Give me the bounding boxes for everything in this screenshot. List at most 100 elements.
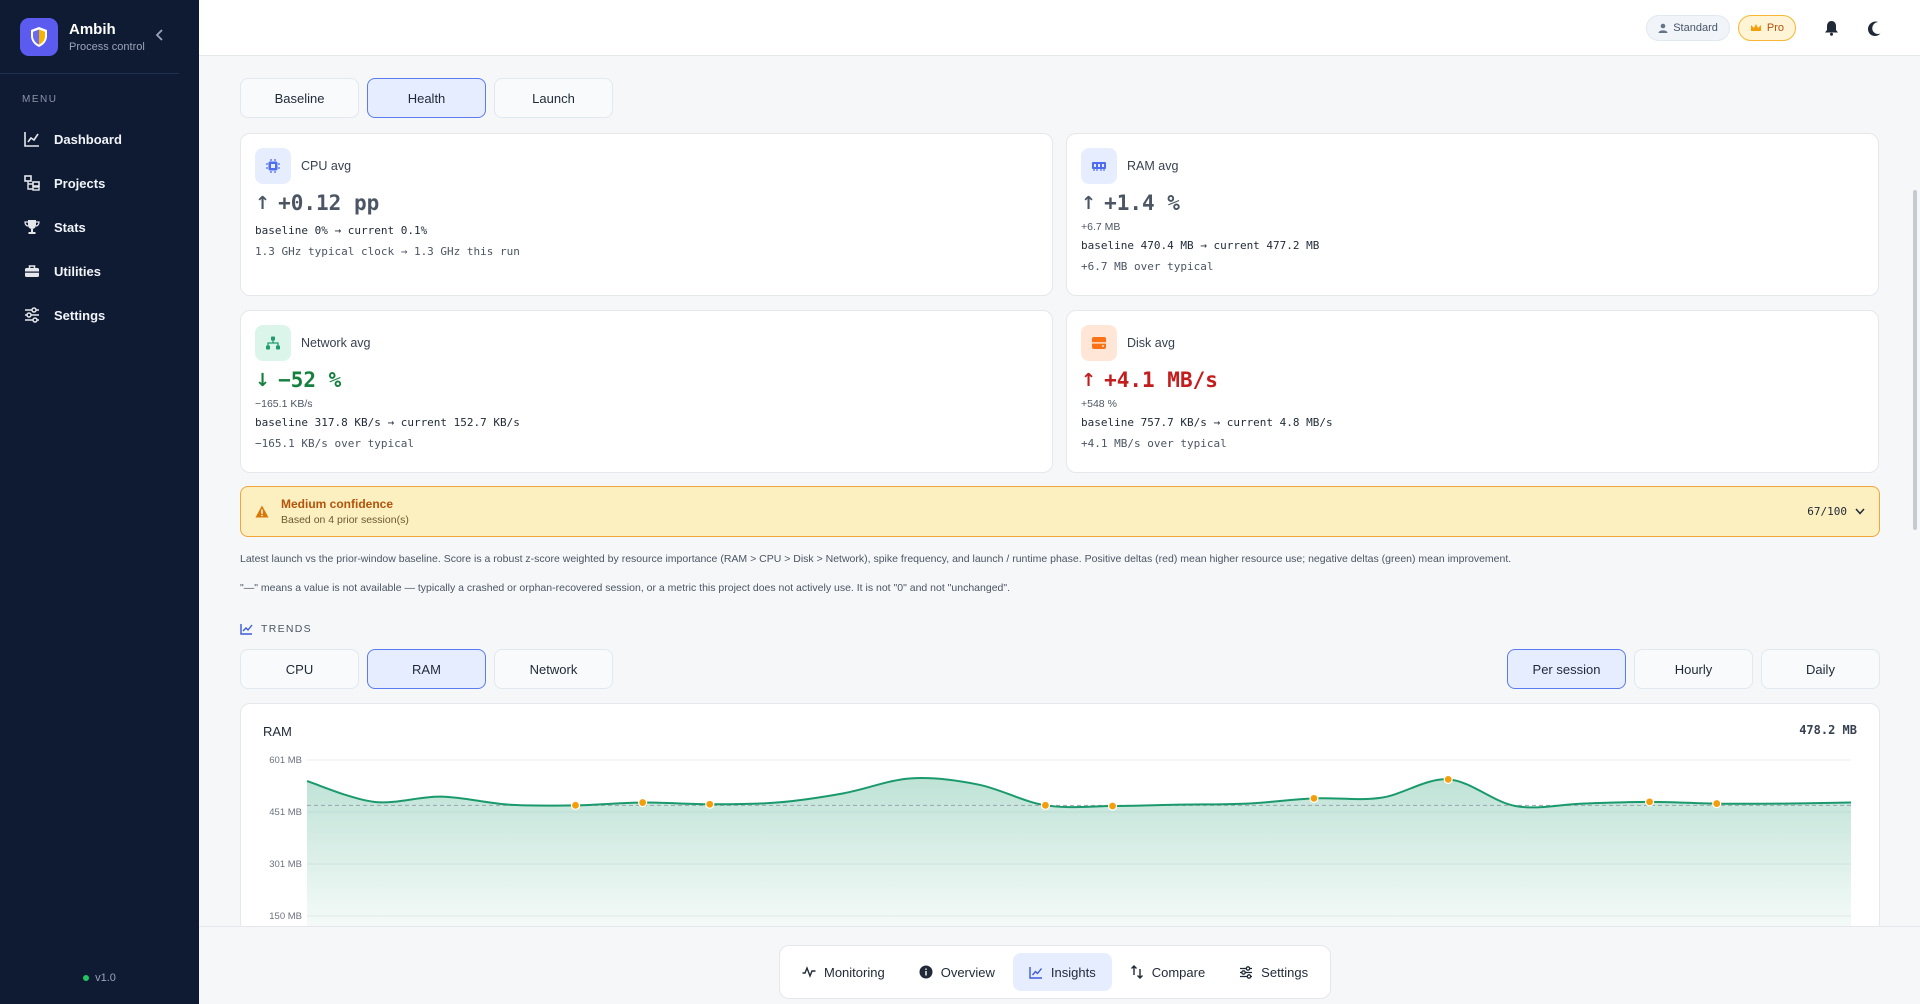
ram-delta-abs: +6.7 MB: [1081, 221, 1121, 233]
cpu-card: CPU avg ↑ +0.12 pp baseline 0% → current …: [240, 133, 1053, 296]
flagged-point: [1309, 793, 1319, 803]
version-text: v1.0: [95, 972, 116, 984]
tab-per-session[interactable]: Per session: [1507, 649, 1626, 689]
y-tick-label: 150 MB: [269, 911, 302, 922]
app-subtitle: Process control: [69, 40, 145, 53]
disk-delta-pct: +548 %: [1081, 398, 1117, 410]
tab-hourly[interactable]: Hourly: [1634, 649, 1753, 689]
sidebar-item-utilities[interactable]: Utilities: [0, 249, 199, 293]
tab-network[interactable]: Network: [494, 649, 613, 689]
network-baseline-line: baseline 317.8 KB/s → current 152.7 KB/s: [255, 416, 520, 429]
collapse-sidebar-button[interactable]: [155, 28, 165, 46]
pro-badge[interactable]: Pro: [1737, 15, 1796, 41]
cpu-delta: +0.12 pp: [278, 191, 380, 215]
chevron-left-icon: [155, 28, 163, 41]
confidence-score[interactable]: 67/100: [1807, 505, 1865, 518]
trends-label: TRENDS: [261, 623, 312, 635]
range-tabs: Per session Hourly Daily: [1507, 649, 1880, 689]
network-card-title: Network avg: [301, 336, 371, 350]
sidebar-item-label: Projects: [54, 175, 106, 191]
tab-daily[interactable]: Daily: [1761, 649, 1880, 689]
disk-typical-line: +4.1 MB/s over typical: [1081, 437, 1227, 450]
network-delta-abs: −165.1 KB/s: [255, 398, 313, 410]
compare-arrows-icon: [1130, 965, 1143, 979]
cpu-card-title: CPU avg: [301, 159, 352, 173]
ram-delta: +1.4 %: [1104, 191, 1180, 215]
bottom-nav-settings[interactable]: Settings: [1223, 953, 1324, 991]
network-icon: [255, 325, 291, 361]
ram-card: RAM avg ↑ +1.4 % +6.7 MB baseline 470.4 M…: [1066, 133, 1879, 296]
disk-delta: +4.1 MB/s: [1104, 368, 1218, 392]
bottom-nav-label: Insights: [1050, 964, 1096, 980]
flagged-point: [638, 797, 648, 808]
sidebar-item-projects[interactable]: Projects: [0, 161, 199, 205]
bottom-nav-compare[interactable]: Compare: [1114, 953, 1221, 991]
bottom-nav-monitoring[interactable]: Monitoring: [786, 953, 901, 991]
cpu-baseline-line: baseline 0% → current 0.1%: [255, 224, 428, 237]
sidebar-item-label: Settings: [54, 307, 106, 323]
folder-tree-icon: [24, 175, 40, 191]
topbar: Standard Pro: [199, 0, 1920, 56]
brand: Ambih Process control: [0, 0, 179, 74]
sidebar: Ambih Process control MENU Dashboard Pro…: [0, 0, 199, 1004]
bottom-nav-overview[interactable]: Overview: [903, 953, 1011, 991]
area-fill: [307, 778, 1851, 932]
trends-heading: TRENDS: [240, 623, 1880, 635]
bottom-nav-label: Compare: [1151, 964, 1206, 980]
pro-label: Pro: [1766, 22, 1784, 34]
standard-label: Standard: [1673, 22, 1718, 34]
theme-toggle-button[interactable]: [1860, 13, 1890, 43]
confidence-subtitle: Based on 4 prior session(s): [281, 514, 409, 526]
unavailable-note: "—" means a value is not available — typ…: [240, 582, 1011, 594]
tab-launch[interactable]: Launch: [494, 78, 613, 118]
main-content: Baseline Health Launch CPU avg ↑ +0.12 pp…: [240, 56, 1880, 933]
memory-icon: [1081, 148, 1117, 184]
confidence-score-value: 67/100: [1807, 505, 1847, 518]
y-tick-label: 451 MB: [269, 807, 302, 818]
sidebar-item-dashboard[interactable]: Dashboard: [0, 117, 199, 161]
disk-baseline-line: baseline 757.7 KB/s → current 4.8 MB/s: [1081, 416, 1333, 429]
bell-icon: [1824, 21, 1838, 36]
app-name: Ambih: [69, 20, 116, 38]
sidebar-item-stats[interactable]: Stats: [0, 205, 199, 249]
notifications-button[interactable]: [1816, 13, 1846, 43]
confidence-banner[interactable]: Medium confidence Based on 4 prior sessi…: [240, 486, 1880, 537]
standard-badge[interactable]: Standard: [1646, 15, 1730, 41]
sidebar-item-label: Stats: [54, 219, 86, 235]
bottom-nav: Monitoring Overview Insights Compare Set…: [779, 945, 1332, 999]
ram-baseline-line: baseline 470.4 MB → current 477.2 MB: [1081, 239, 1320, 252]
arrow-up-icon: ↑: [1081, 192, 1097, 214]
pulse-icon: [802, 966, 816, 978]
flagged-point: [1107, 801, 1118, 811]
sidebar-item-label: Utilities: [54, 263, 101, 279]
chart-plot: 601 MB 451 MB 301 MB 150 MB: [269, 755, 1852, 932]
y-tick-label: 601 MB: [269, 755, 302, 766]
tab-cpu[interactable]: CPU: [240, 649, 359, 689]
disk-card-title: Disk avg: [1127, 336, 1175, 350]
version-label: v1.0: [0, 972, 199, 984]
disk-icon: [1081, 325, 1117, 361]
sidebar-item-settings[interactable]: Settings: [0, 293, 199, 337]
flagged-point: [1645, 797, 1655, 807]
user-icon: [1658, 23, 1668, 33]
flagged-point: [570, 800, 581, 810]
chart-line-icon: [240, 624, 253, 635]
bottom-nav-label: Settings: [1261, 964, 1309, 980]
tab-baseline[interactable]: Baseline: [240, 78, 359, 118]
ram-typical-line: +6.7 MB over typical: [1081, 260, 1214, 273]
tab-health[interactable]: Health: [367, 78, 486, 118]
arrow-up-icon: ↑: [1081, 369, 1097, 391]
status-dot: [83, 975, 90, 982]
trophy-icon: [24, 220, 40, 234]
tab-ram[interactable]: RAM: [367, 649, 486, 689]
bottom-nav-insights[interactable]: Insights: [1012, 953, 1112, 991]
metric-tabs: CPU RAM Network: [240, 649, 613, 689]
scrollbar-thumb[interactable]: [1913, 190, 1917, 530]
ram-trend-chart: RAM 478.2 MB 601 MB 451 MB 301 MB 150 MB: [240, 703, 1880, 933]
view-tabs: Baseline Health Launch: [240, 78, 1880, 118]
sidebar-item-label: Dashboard: [54, 131, 122, 147]
moon-icon: [1867, 21, 1880, 36]
series-line: [306, 777, 1852, 809]
network-delta: −52 %: [278, 368, 342, 392]
chevron-down-icon: [1855, 508, 1865, 515]
